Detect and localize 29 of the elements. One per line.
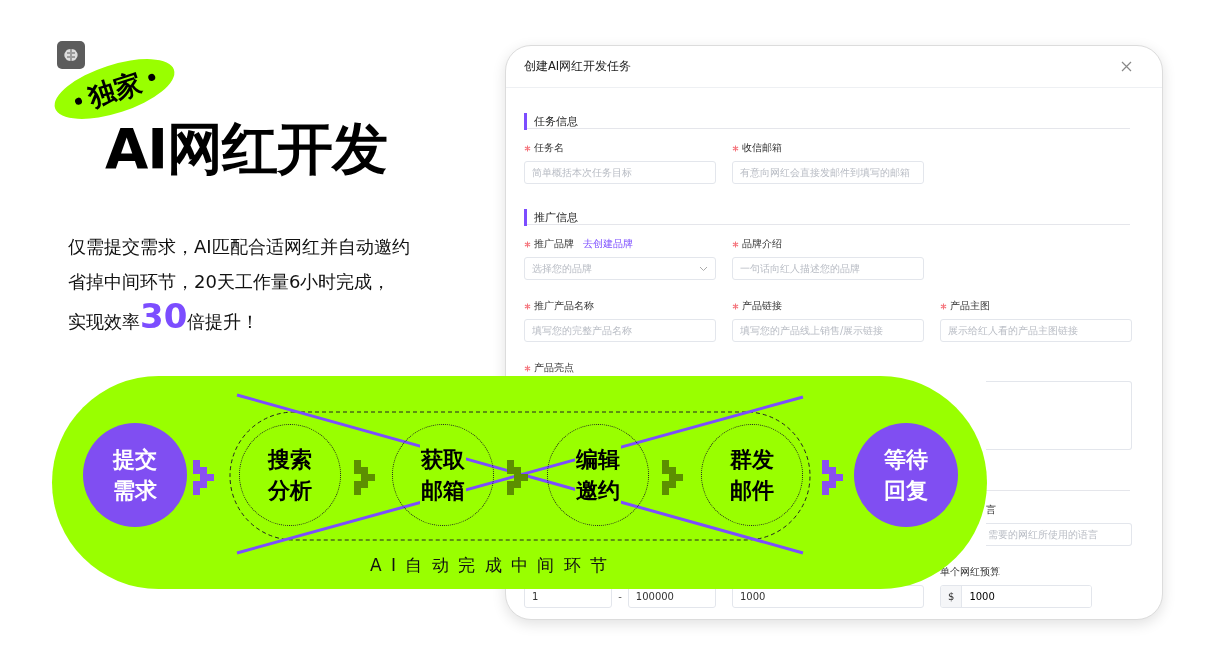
close-button[interactable]: [1121, 61, 1132, 72]
field-label: 推广产品名称: [534, 299, 594, 313]
field-label: 产品主图: [950, 299, 990, 313]
description-line: 省掉中间环节，20天工作量6小时完成，: [68, 270, 392, 294]
description-line: 仅需提交需求，AI匹配合适网红并自动邀约: [68, 235, 411, 259]
field-label: 任务名: [534, 141, 564, 155]
create-brand-link[interactable]: 去创建品牌: [583, 237, 633, 251]
close-icon: [1121, 61, 1132, 72]
chevron-down-icon: [699, 265, 708, 272]
range-dash: -: [618, 590, 622, 604]
field-label: 产品链接: [742, 299, 782, 313]
description-line: 实现效率30倍提升！: [68, 299, 261, 338]
field-label: 单个网红预算: [940, 565, 1000, 579]
dot-icon: [73, 96, 83, 106]
field-label: 收信邮箱: [742, 141, 782, 155]
field-label: 品牌介绍: [742, 237, 782, 251]
start-circle: 提交需求: [83, 423, 187, 527]
input-field[interactable]: $ 1000: [940, 585, 1092, 608]
dot-icon: [146, 72, 156, 82]
brain-icon: [57, 41, 85, 69]
end-circle: 等待回复: [854, 423, 958, 527]
section-title: 推广信息: [524, 209, 578, 226]
section-title: 任务信息: [524, 113, 578, 130]
dialog-title: 创建AI网红开发任务: [524, 57, 632, 75]
field-label: 推广品牌: [534, 237, 574, 251]
field-label: 言: [986, 503, 996, 517]
caption: A I 自 动 完 成 中 间 环 节: [370, 554, 610, 577]
input-field[interactable]: 需要的网红所使用的语言: [986, 523, 1132, 546]
field-label: 产品亮点: [534, 361, 574, 375]
